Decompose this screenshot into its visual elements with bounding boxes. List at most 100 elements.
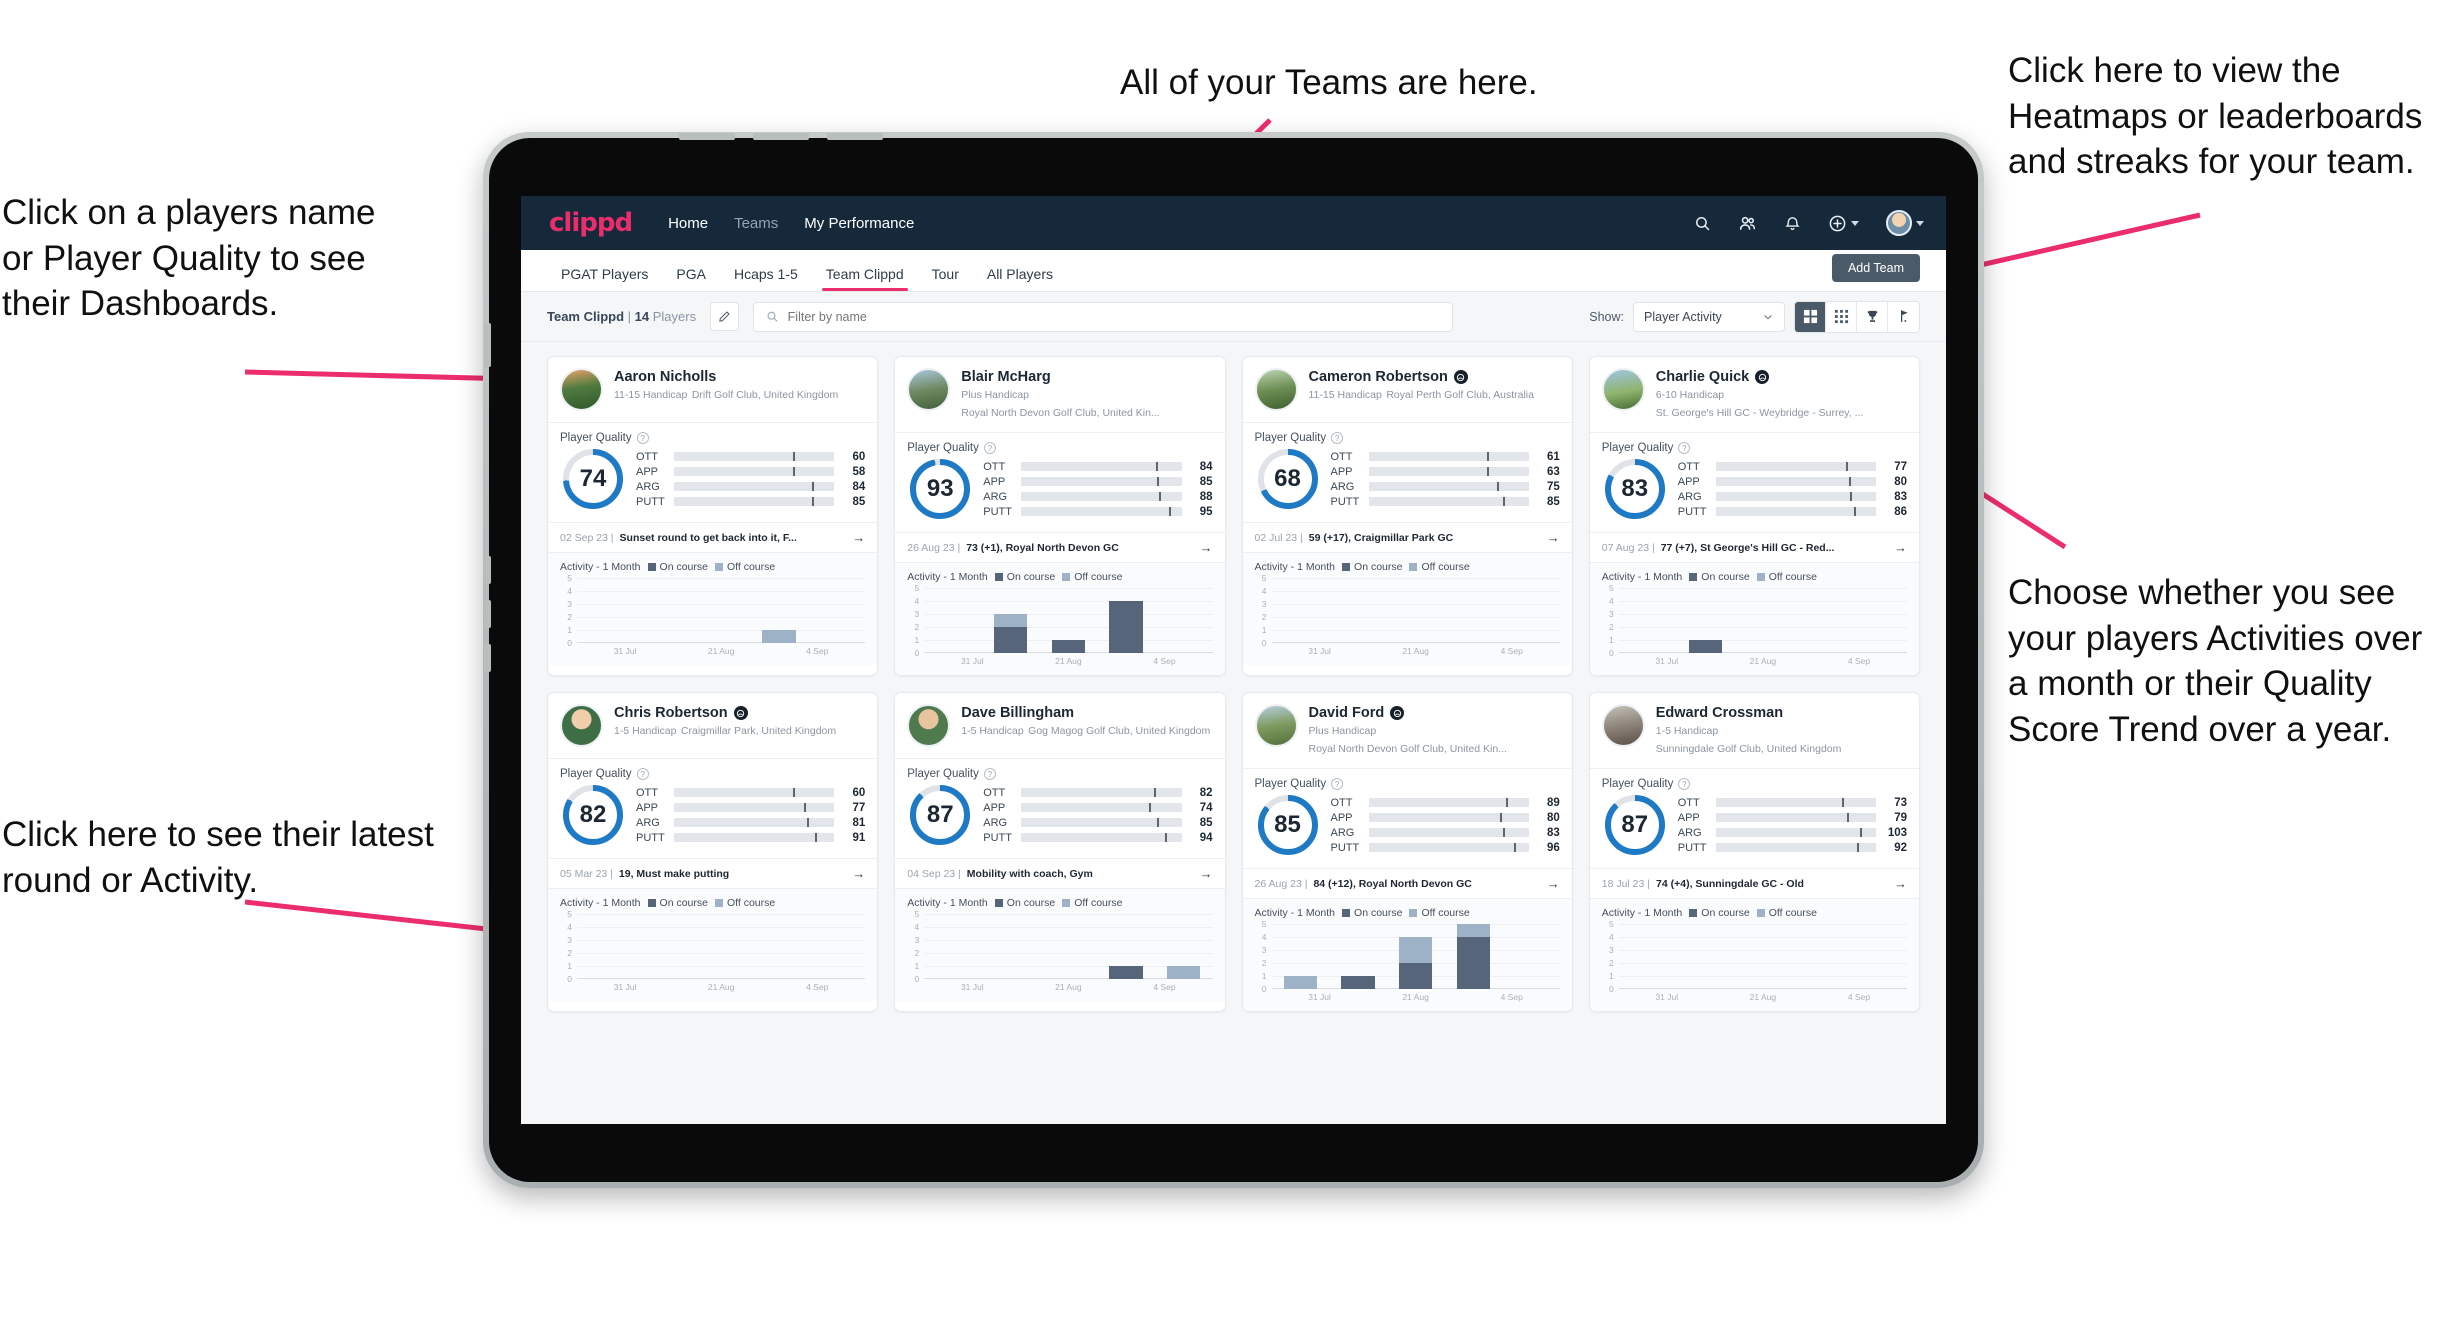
quality-metric: OTT 82 (983, 787, 1212, 799)
player-name[interactable]: Cameron Robertson (1309, 369, 1534, 385)
latest-round-row[interactable]: 04 Sep 23 | Mobility with coach, Gym → (895, 858, 1225, 889)
arrow-right-icon[interactable]: → (1888, 540, 1907, 555)
arrow-right-icon[interactable]: → (846, 530, 865, 545)
tab-hcaps-1-5[interactable]: Hcaps 1-5 (720, 266, 812, 291)
latest-round-row[interactable]: 02 Sep 23 | Sunset round to get back int… (548, 522, 878, 553)
arrow-right-icon[interactable]: → (1541, 530, 1560, 545)
player-card-header[interactable]: Dave Billingham 1-5 Handicap Gog Magog G… (895, 693, 1224, 758)
search-icon[interactable] (1694, 215, 1711, 232)
activity-header: Activity - 1 Month On course Off course (907, 571, 1212, 583)
tab-team-clippd[interactable]: Team Clippd (812, 266, 918, 291)
add-team-button[interactable]: Add Team (1831, 254, 1920, 282)
latest-round-row[interactable]: 18 Jul 23 | 74 (+4), Sunningdale GC - Ol… (1589, 868, 1919, 899)
player-card-header[interactable]: Cameron Robertson 11-15 Handicap Royal P… (1243, 357, 1572, 422)
grid-small-icon[interactable] (1826, 301, 1857, 332)
player-quality-section[interactable]: Player Quality ? 85 OTT 89 APP 80 ARG 83… (1242, 768, 1572, 868)
bar-slot (1502, 924, 1560, 989)
player-card-header[interactable]: Blair McHarg Plus Handicap Royal North D… (895, 357, 1224, 432)
quality-score-value: 68 (1274, 465, 1301, 492)
search-input[interactable] (787, 309, 1441, 324)
activity-title: Activity - 1 Month (560, 561, 641, 573)
trophy-icon[interactable] (1857, 301, 1888, 332)
metric-value: 95 (1199, 505, 1213, 518)
player-quality-section[interactable]: Player Quality ? 87 OTT 82 APP 74 ARG 85… (895, 758, 1225, 858)
metric-bar-track (1021, 477, 1182, 486)
latest-round-row[interactable]: 26 Aug 23 | 84 (+12), Royal North Devon … (1242, 868, 1572, 899)
help-icon[interactable]: ? (1678, 778, 1691, 790)
latest-round-row[interactable]: 07 Aug 23 | 77 (+7), St George's Hill GC… (1589, 532, 1919, 563)
nav-link-my-performance[interactable]: My Performance (804, 215, 914, 232)
help-icon[interactable]: ? (636, 432, 649, 444)
player-card[interactable]: Chris Robertson 1-5 Handicap Craigmillar… (547, 692, 879, 1012)
golf-flag-glyph (1901, 310, 1908, 323)
metric-benchmark-tick (792, 788, 795, 797)
y-tick-label: 0 (914, 648, 920, 658)
arrow-right-icon[interactable]: → (1541, 876, 1560, 891)
player-card-header[interactable]: Chris Robertson 1-5 Handicap Craigmillar… (548, 693, 877, 758)
tab-pgat-players[interactable]: PGAT Players (547, 266, 662, 291)
help-icon[interactable]: ? (983, 442, 996, 454)
bar-slot (1444, 924, 1502, 989)
latest-round-row[interactable]: 26 Aug 23 | 73 (+1), Royal North Devon G… (895, 532, 1225, 563)
player-card-header[interactable]: Aaron Nicholls 11-15 Handicap Drift Golf… (548, 357, 877, 422)
arrow-right-icon[interactable]: → (1888, 876, 1907, 891)
player-card[interactable]: David Ford Plus Handicap Royal North Dev… (1241, 692, 1573, 1012)
player-name[interactable]: Dave Billingham (961, 705, 1210, 721)
navbar-actions (1694, 210, 1924, 236)
avatar[interactable] (1886, 210, 1924, 236)
player-quality-section[interactable]: Player Quality ? 93 OTT 84 APP 85 ARG 88… (895, 432, 1225, 532)
show-select[interactable]: Player Activity (1633, 301, 1785, 332)
player-name[interactable]: Chris Robertson (614, 705, 836, 721)
player-card[interactable]: Cameron Robertson 11-15 Handicap Royal P… (1241, 356, 1573, 676)
player-card-header[interactable]: David Ford Plus Handicap Royal North Dev… (1243, 693, 1572, 768)
player-card[interactable]: Aaron Nicholls 11-15 Handicap Drift Golf… (547, 356, 879, 676)
arrow-right-icon[interactable]: → (846, 866, 865, 881)
metric-bar-track (674, 818, 835, 827)
bar-segment-off-course (1283, 976, 1318, 989)
search-input-wrapper[interactable] (753, 301, 1454, 332)
player-name[interactable]: Blair McHarg (961, 369, 1212, 385)
player-quality-section[interactable]: Player Quality ? 87 OTT 73 APP 79 ARG 10… (1589, 768, 1919, 868)
player-name[interactable]: David Ford (1309, 705, 1560, 721)
player-quality-section[interactable]: Player Quality ? 83 OTT 77 APP 80 ARG 83… (1589, 432, 1919, 532)
arrow-right-icon[interactable]: → (1194, 540, 1213, 555)
y-tick-label: 2 (1261, 958, 1267, 968)
edit-team-button[interactable] (710, 302, 740, 331)
help-icon[interactable]: ? (636, 768, 649, 780)
clippd-logo[interactable]: clippd (549, 208, 633, 238)
arrow-right-icon[interactable]: → (1194, 866, 1213, 881)
grid-large-icon[interactable] (1795, 301, 1826, 332)
player-card-header[interactable]: Edward Crossman 1-5 Handicap Sunningdale… (1590, 693, 1919, 768)
help-icon[interactable]: ? (1331, 778, 1344, 790)
player-quality-section[interactable]: Player Quality ? 68 OTT 61 APP 63 ARG 75… (1242, 422, 1572, 522)
chart-y-axis: 5 4 3 2 1 0 (1602, 919, 1617, 994)
player-card[interactable]: Blair McHarg Plus Handicap Royal North D… (894, 356, 1226, 676)
player-name[interactable]: Edward Crossman (1656, 705, 1907, 721)
people-icon[interactable] (1738, 214, 1757, 233)
player-quality-section[interactable]: Player Quality ? 74 OTT 60 APP 58 ARG 84… (548, 422, 878, 522)
bell-icon[interactable] (1784, 215, 1801, 232)
tab-all-players[interactable]: All Players (973, 266, 1067, 291)
nav-link-teams[interactable]: Teams (734, 215, 778, 232)
player-card[interactable]: Dave Billingham 1-5 Handicap Gog Magog G… (894, 692, 1226, 1012)
nav-link-home[interactable]: Home (668, 215, 708, 232)
activity-title: Activity - 1 Month (907, 571, 988, 583)
golf-flag-icon[interactable] (1888, 301, 1919, 332)
help-icon[interactable]: ? (1678, 442, 1691, 454)
latest-round-row[interactable]: 02 Jul 23 | 59 (+17), Craigmillar Park G… (1242, 522, 1572, 553)
tab-tour[interactable]: Tour (918, 266, 973, 291)
player-name[interactable]: Aaron Nicholls (614, 369, 838, 385)
player-card[interactable]: Edward Crossman 1-5 Handicap Sunningdale… (1588, 692, 1920, 1012)
help-icon[interactable]: ? (1331, 432, 1344, 444)
player-quality-section[interactable]: Player Quality ? 82 OTT 60 APP 77 ARG 81… (548, 758, 878, 858)
tab-pga[interactable]: PGA (662, 266, 720, 291)
help-icon[interactable]: ? (983, 768, 996, 780)
latest-round-row[interactable]: 05 Mar 23 | 19, Must make putting → (548, 858, 878, 889)
player-card-header[interactable]: Charlie Quick 6-10 Handicap St. George's… (1590, 357, 1919, 432)
round-description: 59 (+17), Craigmillar Park GC (1308, 531, 1454, 544)
plus-circle-icon[interactable] (1828, 214, 1859, 233)
player-name[interactable]: Charlie Quick (1656, 369, 1907, 385)
tab-bar: PGAT Players PGA Hcaps 1-5 Team Clippd T… (521, 250, 1946, 292)
player-card[interactable]: Charlie Quick 6-10 Handicap St. George's… (1588, 356, 1920, 676)
player-quality-label: Player Quality ? (1255, 432, 1560, 444)
